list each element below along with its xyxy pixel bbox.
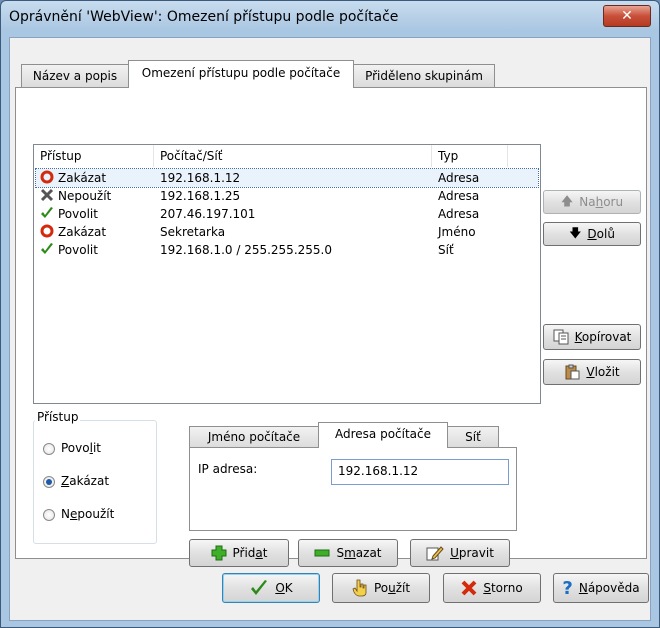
target-cell: 207.46.197.101: [160, 207, 256, 221]
list-row[interactable]: Nepoužít 192.168.1.25 Adresa: [36, 187, 538, 205]
add-label: Přidat: [232, 546, 268, 560]
type-cell: Adresa: [438, 189, 480, 203]
help-button[interactable]: ? Nápověda: [553, 573, 649, 603]
access-text: Povolit: [58, 207, 98, 221]
target-cell: 192.168.1.12: [160, 171, 241, 185]
move-up-label: Nahoru: [579, 195, 624, 209]
add-button[interactable]: Přidat: [189, 539, 289, 567]
edit-label: Upravit: [450, 546, 494, 560]
access-text: Zakázat: [58, 171, 107, 185]
edit-button[interactable]: Upravit: [410, 539, 510, 567]
list-row[interactable]: Zakázat 192.168.1.12 Adresa: [35, 168, 539, 188]
tab-computer-restriction[interactable]: Omezení přístupu podle počítače: [128, 60, 354, 88]
close-button[interactable]: ✕: [603, 5, 651, 27]
tab-computer-name[interactable]: Jméno počítače: [189, 426, 319, 447]
access-text: Nepoužít: [58, 189, 112, 203]
target-cell: 192.168.1.0 / 255.255.255.0: [160, 243, 332, 257]
help-label: Nápověda: [578, 581, 640, 595]
tab-label: Omezení přístupu podle počítače: [141, 66, 341, 80]
tab-label: Název a popis: [32, 69, 118, 83]
tab-name-and-description[interactable]: Název a popis: [21, 64, 129, 87]
move-down-label: Dolů: [587, 227, 615, 241]
unused-icon: [40, 188, 54, 202]
dialog-window: Oprávnění 'WebView': Omezení přístupu po…: [0, 0, 660, 628]
access-cell: Zakázat: [40, 169, 106, 187]
access-cell: Povolit: [40, 241, 98, 259]
tab-assigned-groups[interactable]: Přiděleno skupinám: [353, 64, 495, 87]
deny-icon: [40, 224, 54, 238]
radio-deny[interactable]: [43, 476, 55, 488]
tab-label: Adresa počítače: [334, 427, 432, 441]
tab-content-panel: Přístup Počítač/Síť Typ Zakázat 192.168.1…: [15, 87, 647, 567]
delete-button[interactable]: Smazat: [298, 539, 398, 567]
ok-label: OK: [275, 581, 293, 595]
target-cell: 192.168.1.25: [160, 189, 241, 203]
type-cell: Síť: [438, 243, 454, 257]
allow-icon: [40, 206, 54, 220]
cross-icon: [461, 580, 477, 596]
type-cell: Adresa: [438, 207, 480, 221]
list-row[interactable]: Zakázat Sekretarka Jméno: [36, 223, 538, 241]
ip-address-input[interactable]: 192.168.1.12: [331, 459, 509, 485]
checkmark-icon: [251, 580, 268, 595]
tab-label: Jméno počítače: [207, 430, 301, 444]
cancel-label: Storno: [483, 581, 523, 595]
target-cell: Sekretarka: [160, 225, 226, 239]
close-icon: ✕: [621, 8, 633, 24]
move-down-button[interactable]: 🡇 Dolů: [543, 222, 641, 246]
address-panel: IP adresa: 192.168.1.12: [189, 447, 517, 531]
type-cell: Adresa: [438, 171, 480, 185]
deny-icon: [40, 170, 54, 184]
list-row[interactable]: Povolit 192.168.1.0 / 255.255.255.0 Síť: [36, 241, 538, 259]
type-cell: Jméno: [438, 225, 476, 239]
tab-network[interactable]: Síť: [447, 426, 499, 447]
access-cell: Zakázat: [40, 223, 106, 241]
apply-label: Použít: [373, 581, 411, 595]
access-group-label: Přístup: [35, 410, 81, 424]
arrow-up-icon: 🡅: [560, 193, 574, 208]
paste-icon: [565, 364, 580, 380]
column-header-type[interactable]: Typ: [432, 145, 508, 167]
arrow-down-icon: 🡇: [569, 225, 582, 240]
radio-unused-label[interactable]: Nepoužít: [61, 507, 114, 521]
cancel-button[interactable]: Storno: [443, 573, 541, 603]
tab-label: Síť: [465, 430, 481, 444]
access-cell: Povolit: [40, 205, 98, 223]
tab-computer-address[interactable]: Adresa počítače: [318, 422, 448, 448]
paste-label: Vložit: [586, 365, 620, 379]
apply-button[interactable]: Použít: [332, 573, 430, 603]
minus-icon: [314, 549, 330, 557]
copy-icon: [553, 329, 569, 345]
list-row[interactable]: Povolit 207.46.197.101 Adresa: [36, 205, 538, 223]
title-bar[interactable]: Oprávnění 'WebView': Omezení přístupu po…: [1, 1, 659, 37]
move-up-button[interactable]: 🡅 Nahoru: [543, 190, 641, 214]
access-cell: Nepoužít: [40, 187, 111, 205]
ip-address-label: IP adresa:: [198, 462, 258, 476]
access-text: Zakázat: [58, 225, 107, 239]
tab-label: Přiděleno skupinám: [365, 69, 483, 83]
radio-allow[interactable]: [43, 443, 55, 455]
paste-button[interactable]: Vložit: [543, 359, 641, 385]
copy-label: Kopírovat: [574, 330, 632, 344]
plus-icon: [211, 545, 226, 561]
access-list[interactable]: Přístup Počítač/Síť Typ Zakázat 192.168.1…: [33, 144, 541, 404]
radio-unused[interactable]: [43, 509, 55, 521]
copy-button[interactable]: Kopírovat: [543, 324, 641, 350]
help-icon: ?: [562, 577, 573, 599]
access-text: Povolit: [58, 243, 98, 257]
radio-allow-label[interactable]: Povolit: [61, 441, 101, 455]
allow-icon: [40, 242, 54, 256]
column-header-target[interactable]: Počítač/Síť: [154, 145, 432, 167]
radio-deny-label[interactable]: Zakázat: [61, 474, 109, 488]
edit-icon: [426, 546, 444, 561]
column-header-access[interactable]: Přístup: [34, 145, 154, 167]
dialog-client: Název a popis Omezení přístupu podle poč…: [9, 37, 651, 621]
window-title: Oprávnění 'WebView': Omezení přístupu po…: [9, 9, 399, 25]
ok-button[interactable]: OK: [222, 573, 320, 603]
hand-pointer-icon: [352, 579, 367, 597]
delete-label: Smazat: [336, 546, 382, 560]
